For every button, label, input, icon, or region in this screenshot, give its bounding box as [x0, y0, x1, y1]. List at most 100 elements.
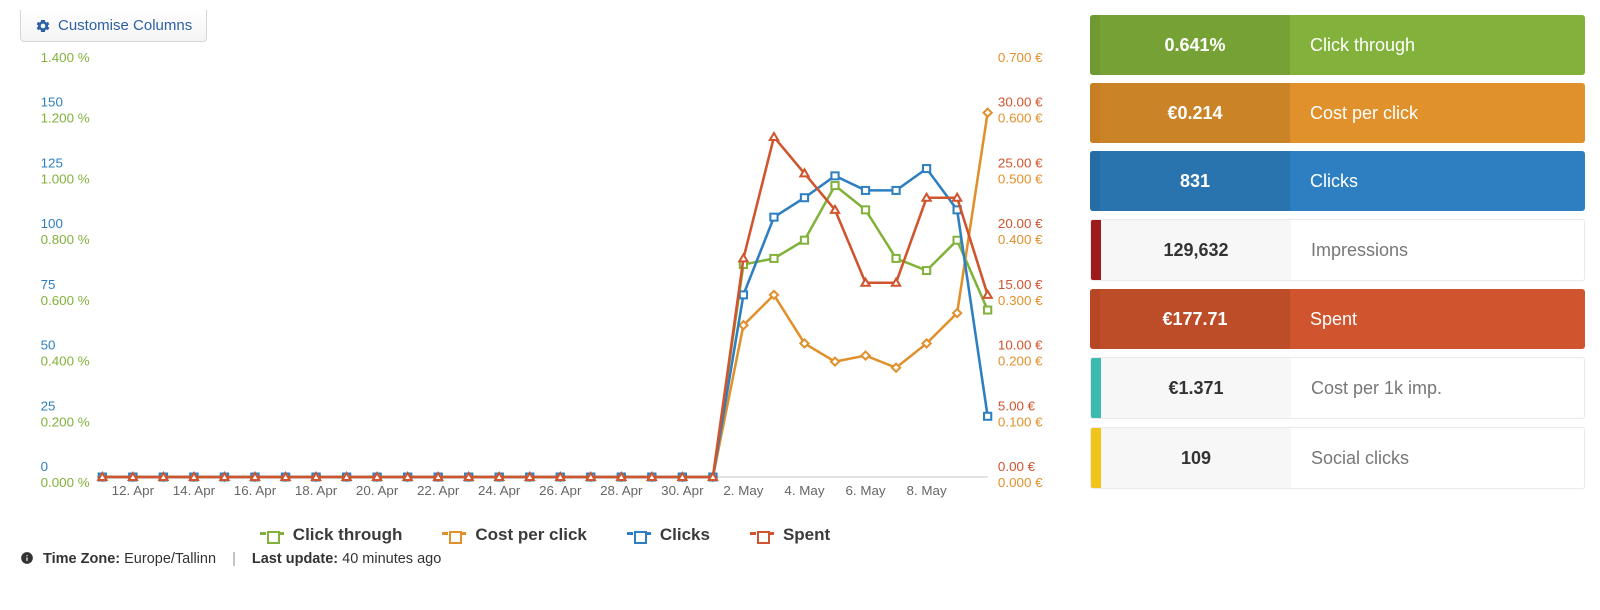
customise-columns-button[interactable]: Customise Columns [20, 10, 207, 42]
chart: 00.000 %0.00 €0.000 €250.200 %5.00 €0.10… [20, 47, 1070, 517]
svg-text:0.200 €: 0.200 € [998, 354, 1043, 369]
dashboard: Customise Columns 00.000 %0.00 €0.000 €2… [0, 0, 1600, 610]
svg-text:15.00 €: 15.00 € [998, 277, 1043, 292]
legend-item-click-through: Click through [260, 525, 403, 545]
gear-icon [35, 18, 51, 34]
kpi-label: Click through [1290, 15, 1585, 75]
legend-label: Clicks [660, 525, 710, 545]
info-icon [20, 551, 34, 565]
tz-label: Time Zone: [43, 551, 120, 567]
svg-text:30. Apr: 30. Apr [661, 483, 704, 498]
svg-text:26. Apr: 26. Apr [539, 483, 582, 498]
tz-value: Europe/Tallinn [124, 551, 216, 567]
svg-text:30.00 €: 30.00 € [998, 95, 1043, 110]
kpi-card[interactable]: 831Clicks [1090, 151, 1585, 211]
svg-text:0.400 €: 0.400 € [998, 232, 1043, 247]
svg-text:35.00 €: 35.00 € [998, 47, 1043, 49]
svg-text:0.400 %: 0.400 % [41, 354, 90, 369]
svg-text:125: 125 [41, 156, 63, 171]
svg-text:18. Apr: 18. Apr [295, 483, 338, 498]
legend-label: Click through [293, 525, 403, 545]
kpi-accent [1090, 289, 1100, 349]
svg-text:16. Apr: 16. Apr [234, 483, 277, 498]
lu-value: 40 minutes ago [342, 551, 441, 567]
svg-text:6. May: 6. May [845, 483, 886, 498]
kpi-accent [1091, 220, 1101, 280]
svg-text:4. May: 4. May [784, 483, 825, 498]
kpi-value: €0.214 [1100, 83, 1290, 143]
kpi-accent [1090, 15, 1100, 75]
kpi-card[interactable]: 129,632Impressions [1090, 219, 1585, 281]
kpi-value: €1.371 [1101, 358, 1291, 418]
svg-text:150: 150 [41, 95, 63, 110]
svg-text:5.00 €: 5.00 € [998, 398, 1036, 413]
svg-text:25.00 €: 25.00 € [998, 156, 1043, 171]
svg-text:14. Apr: 14. Apr [173, 483, 216, 498]
kpi-value: 0.641% [1100, 15, 1290, 75]
kpi-label: Clicks [1290, 151, 1585, 211]
svg-text:0.800 %: 0.800 % [41, 232, 90, 247]
svg-text:2. May: 2. May [723, 483, 764, 498]
kpi-label: Social clicks [1291, 428, 1584, 488]
svg-text:10.00 €: 10.00 € [998, 338, 1043, 353]
separator: | [232, 551, 236, 567]
svg-text:0.100 €: 0.100 € [998, 414, 1043, 429]
svg-text:8. May: 8. May [907, 483, 948, 498]
kpi-accent [1090, 151, 1100, 211]
legend-swatch [627, 532, 651, 538]
kpi-accent [1091, 358, 1101, 418]
kpi-card[interactable]: 0.641%Click through [1090, 15, 1585, 75]
svg-text:100: 100 [41, 216, 63, 231]
kpi-accent [1091, 428, 1101, 488]
svg-text:0.00 €: 0.00 € [998, 459, 1036, 474]
svg-text:22. Apr: 22. Apr [417, 483, 460, 498]
svg-text:0.000 €: 0.000 € [998, 475, 1043, 490]
svg-text:1.400 %: 1.400 % [41, 50, 90, 65]
kpi-card[interactable]: 109Social clicks [1090, 427, 1585, 489]
svg-text:1.200 %: 1.200 % [41, 111, 90, 126]
svg-text:24. Apr: 24. Apr [478, 483, 521, 498]
legend-item-cost-per-click: Cost per click [442, 525, 587, 545]
kpi-card[interactable]: €177.71Spent [1090, 289, 1585, 349]
kpi-label: Spent [1290, 289, 1585, 349]
svg-text:28. Apr: 28. Apr [600, 483, 643, 498]
legend-item-clicks: Clicks [627, 525, 710, 545]
chart-panel: Customise Columns 00.000 %0.00 €0.000 €2… [0, 0, 1090, 610]
svg-text:25: 25 [41, 398, 56, 413]
legend-item-spent: Spent [750, 525, 830, 545]
kpi-value: 129,632 [1101, 220, 1291, 280]
svg-text:20. Apr: 20. Apr [356, 483, 399, 498]
kpi-column: 0.641%Click through€0.214Cost per click8… [1090, 0, 1600, 610]
svg-text:0.600 %: 0.600 % [41, 293, 90, 308]
legend-swatch [750, 532, 774, 538]
legend-swatch [442, 532, 466, 538]
kpi-label: Cost per 1k imp. [1291, 358, 1584, 418]
svg-text:20.00 €: 20.00 € [998, 216, 1043, 231]
svg-text:0.600 €: 0.600 € [998, 111, 1043, 126]
kpi-accent [1090, 83, 1100, 143]
lu-label: Last update: [252, 551, 338, 567]
kpi-value: 109 [1101, 428, 1291, 488]
svg-text:50: 50 [41, 338, 56, 353]
legend-label: Cost per click [475, 525, 587, 545]
svg-text:1.000 %: 1.000 % [41, 172, 90, 187]
svg-text:12. Apr: 12. Apr [112, 483, 155, 498]
svg-text:175: 175 [41, 47, 63, 49]
svg-text:75: 75 [41, 277, 56, 292]
legend-label: Spent [783, 525, 830, 545]
svg-text:0.300 €: 0.300 € [998, 293, 1043, 308]
kpi-label: Cost per click [1290, 83, 1585, 143]
svg-text:0.200 %: 0.200 % [41, 414, 90, 429]
kpi-value: 831 [1100, 151, 1290, 211]
kpi-label: Impressions [1291, 220, 1584, 280]
svg-text:0.000 %: 0.000 % [41, 475, 90, 490]
svg-text:0.700 €: 0.700 € [998, 50, 1043, 65]
kpi-card[interactable]: €0.214Cost per click [1090, 83, 1585, 143]
legend: Click through Cost per click Clicks Spen… [20, 525, 1070, 545]
customise-columns-label: Customise Columns [58, 17, 192, 34]
footnote: Time Zone: Europe/Tallinn | Last update:… [20, 551, 1070, 567]
kpi-card[interactable]: €1.371Cost per 1k imp. [1090, 357, 1585, 419]
legend-swatch [260, 532, 284, 538]
kpi-value: €177.71 [1100, 289, 1290, 349]
svg-text:0.500 €: 0.500 € [998, 172, 1043, 187]
